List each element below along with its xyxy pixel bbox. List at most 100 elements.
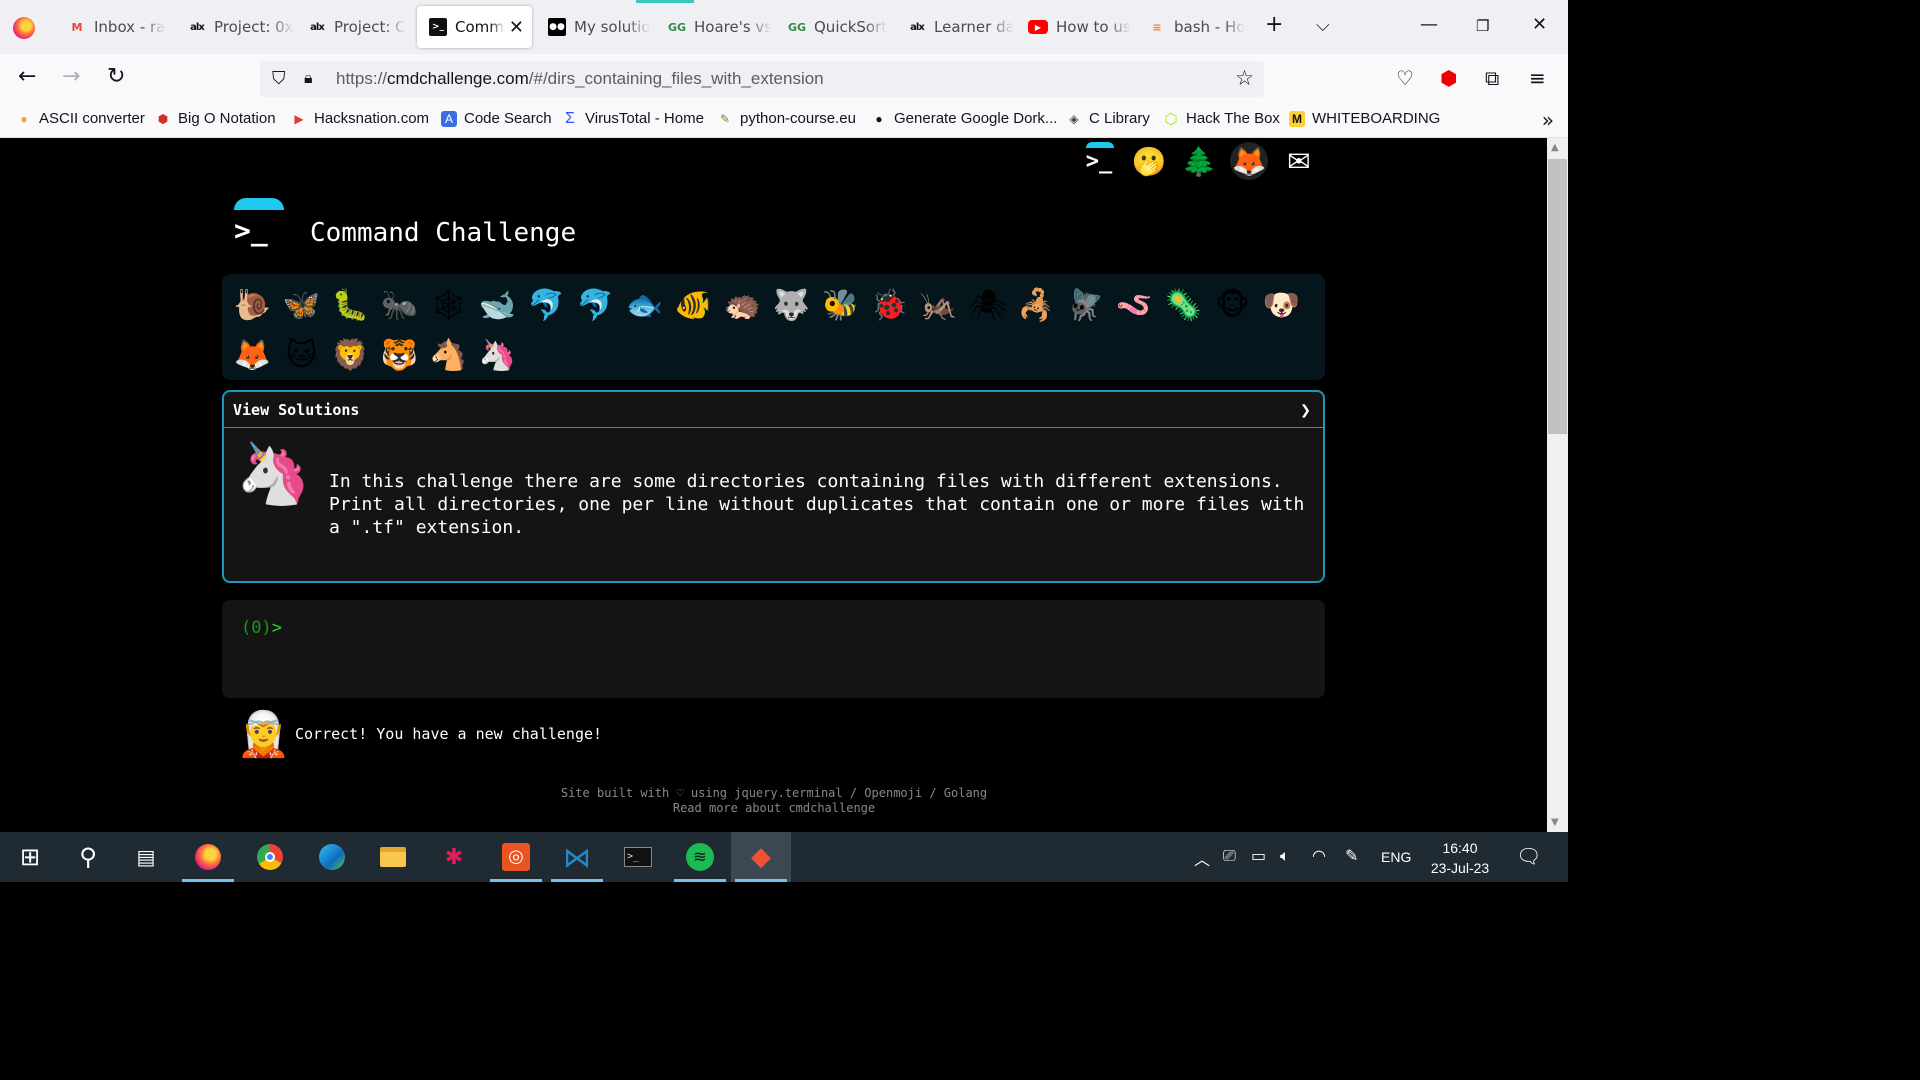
close-window-icon[interactable]: ✕ [1532,14,1547,35]
bookmark-c-library[interactable]: ◈ C Library [1066,110,1149,127]
challenge-animal-icon[interactable]: 🦗 [914,280,963,330]
challenge-animal-icon[interactable]: 🐛 [326,280,375,330]
file-explorer-icon[interactable] [363,832,423,882]
scrollbar-thumb[interactable] [1548,159,1567,434]
challenge-animal-icon[interactable]: 🐵 [1208,280,1257,330]
tab-command-challenge[interactable]: >_ Comma ✕ [417,6,532,48]
bookmark-whiteboarding[interactable]: M WHITEBOARDING [1289,110,1440,127]
view-solutions-toggle[interactable]: View Solutions ❯ [224,392,1323,428]
tab-project-c[interactable]: alx Project: C [296,6,414,48]
challenge-animal-icon[interactable]: 🦁 [326,330,375,380]
url-text[interactable]: https://cmdchallenge.com/#/dirs_containi… [336,69,824,89]
tab-how-to-use[interactable]: ▶ How to us [1016,6,1134,48]
back-icon[interactable]: ← [18,64,36,89]
restore-icon[interactable]: ❐ [1476,17,1489,35]
challenge-animal-icon[interactable]: 🐋 [473,280,522,330]
url-bar[interactable]: ⛉ 🔒︎ https://cmdchallenge.com/#/dirs_con… [260,61,1264,97]
battery-icon[interactable]: ▭ [1251,846,1266,865]
task-view-icon[interactable]: ▤ [116,832,176,882]
bookmark-google-dork[interactable]: ● Generate Google Dork... [871,110,1057,127]
git-icon[interactable]: ◆ [731,832,791,882]
scroll-down-icon[interactable]: ▼ [1551,817,1559,828]
firefox-icon[interactable] [178,832,238,882]
slack-icon[interactable]: ✱ [424,832,484,882]
site-logo[interactable]: >_ [230,198,288,250]
challenge-animal-icon[interactable]: 🐌 [228,280,277,330]
scroll-up-icon[interactable]: ▲ [1551,142,1559,153]
extensions-icon[interactable]: ⧉ [1485,66,1499,90]
challenge-animal-icon[interactable]: 🐠 [669,280,718,330]
volume-icon[interactable]: 🔈︎ [1280,846,1290,866]
pocket-icon[interactable]: ♡ [1396,66,1414,90]
ubuntu-icon[interactable]: ◎ [486,832,546,882]
vscode-icon[interactable]: ⋈ [547,832,607,882]
tab-my-solution[interactable]: ●● My solutio [536,6,654,48]
new-tab-button[interactable]: + [1265,12,1283,37]
challenge-animal-icon[interactable]: 🦠 [1159,280,1208,330]
bookmark-hack-the-box[interactable]: ⬡ Hack The Box [1163,110,1280,128]
bookmark-big-o[interactable]: ⬢ Big O Notation [155,110,276,127]
tracking-protection-icon[interactable]: ⛉ [272,68,286,89]
challenge-animal-icon[interactable]: 🐬 [571,280,620,330]
show-hidden-icons-icon[interactable]: ︿ [1194,846,1210,870]
tab-hoares[interactable]: GG Hoare's vs [656,6,774,48]
terminal-icon[interactable]: >_ [608,832,668,882]
tab-inbox[interactable]: M Inbox - ra [56,6,174,48]
challenge-animal-icon[interactable]: 🐶 [1257,280,1306,330]
language-indicator[interactable]: ENG [1381,849,1411,865]
firefox-menu-icon[interactable] [13,17,35,39]
challenge-animal-icon[interactable]: 🐱 [277,330,326,380]
wifi-icon[interactable]: ◠ [1312,846,1326,865]
edge-icon[interactable] [302,832,362,882]
start-icon[interactable]: ⊞ [0,832,60,882]
bookmark-star-icon[interactable]: ☆ [1235,66,1254,90]
tab-bash[interactable]: ≡ bash - Ho [1136,6,1254,48]
notifications-icon[interactable]: 🗨︎ [1516,844,1541,868]
clock[interactable]: 16:40 23-Jul-23 [1428,838,1492,878]
challenge-animal-icon[interactable]: 🕸 [424,280,473,330]
challenge-animal-icon[interactable]: 🪰 [1061,280,1110,330]
challenge-animal-icon[interactable]: 🐝 [816,280,865,330]
pen-icon[interactable]: ✎ [1345,846,1358,865]
forward-icon[interactable]: → [62,64,80,89]
tab-learner[interactable]: alx Learner da [896,6,1014,48]
meet-now-icon[interactable]: ⎚ [1223,846,1236,866]
tab-quicksort[interactable]: GG QuickSort [776,6,894,48]
challenge-animal-icon[interactable]: 🐴 [424,330,473,380]
bookmarks-overflow-button[interactable]: » [1542,108,1554,132]
terminal-input[interactable]: (0)> [222,600,1325,698]
challenge-animal-icon[interactable]: 🐟 [620,280,669,330]
mail-icon[interactable]: ✉ [1280,142,1318,180]
challenge-animal-icon[interactable]: 🐞 [865,280,914,330]
ublock-icon[interactable]: ⬢ [1440,66,1457,90]
challenge-animal-icon[interactable]: 🦄 [473,330,522,380]
tab-project-0x[interactable]: alx Project: 0x [176,6,294,48]
challenge-animal-icon[interactable]: 🦋 [277,280,326,330]
gitlab-icon[interactable]: 🦊 [1230,142,1268,180]
bookmark-virustotal[interactable]: Σ VirusTotal - Home [562,110,704,128]
footer-read-more-link[interactable]: Read more about cmdchallenge [522,801,1026,816]
challenge-animal-icon[interactable]: 🕷 [963,280,1012,330]
bookmark-python-course[interactable]: ✎ python-course.eu [717,110,856,127]
chevron-right-icon[interactable]: ❯ [1300,400,1311,421]
lock-icon[interactable]: 🔒︎ [304,68,313,88]
terminal-icon[interactable]: >_ [1080,142,1118,180]
tree-icon[interactable]: 🌲 [1180,142,1218,180]
bookmark-hacksnation[interactable]: ▶ Hacksnation.com [291,110,429,127]
bookmark-code-search[interactable]: A Code Search [441,110,552,127]
challenge-animal-icon[interactable]: 🦊 [228,330,277,380]
search-icon[interactable]: ⚲ [58,832,118,882]
spotify-icon[interactable]: ≋ [670,832,730,882]
challenge-animal-icon[interactable]: 🐜 [375,280,424,330]
reload-icon[interactable]: ↻ [107,64,125,89]
face-icon[interactable]: 🫢 [1130,142,1168,180]
challenge-animal-icon[interactable]: 🐺 [767,280,816,330]
bookmark-ascii-converter[interactable]: ● ASCII converter [16,110,145,127]
challenge-animal-icon[interactable]: 🐬 [522,280,571,330]
page-scrollbar[interactable]: ▲ ▼ [1547,138,1568,832]
chrome-icon[interactable] [240,832,300,882]
challenge-animal-icon[interactable]: 🪱 [1110,280,1159,330]
minimize-icon[interactable]: — [1420,14,1438,35]
challenge-animal-icon[interactable]: 🦂 [1012,280,1061,330]
challenge-animal-icon[interactable]: 🦔 [718,280,767,330]
